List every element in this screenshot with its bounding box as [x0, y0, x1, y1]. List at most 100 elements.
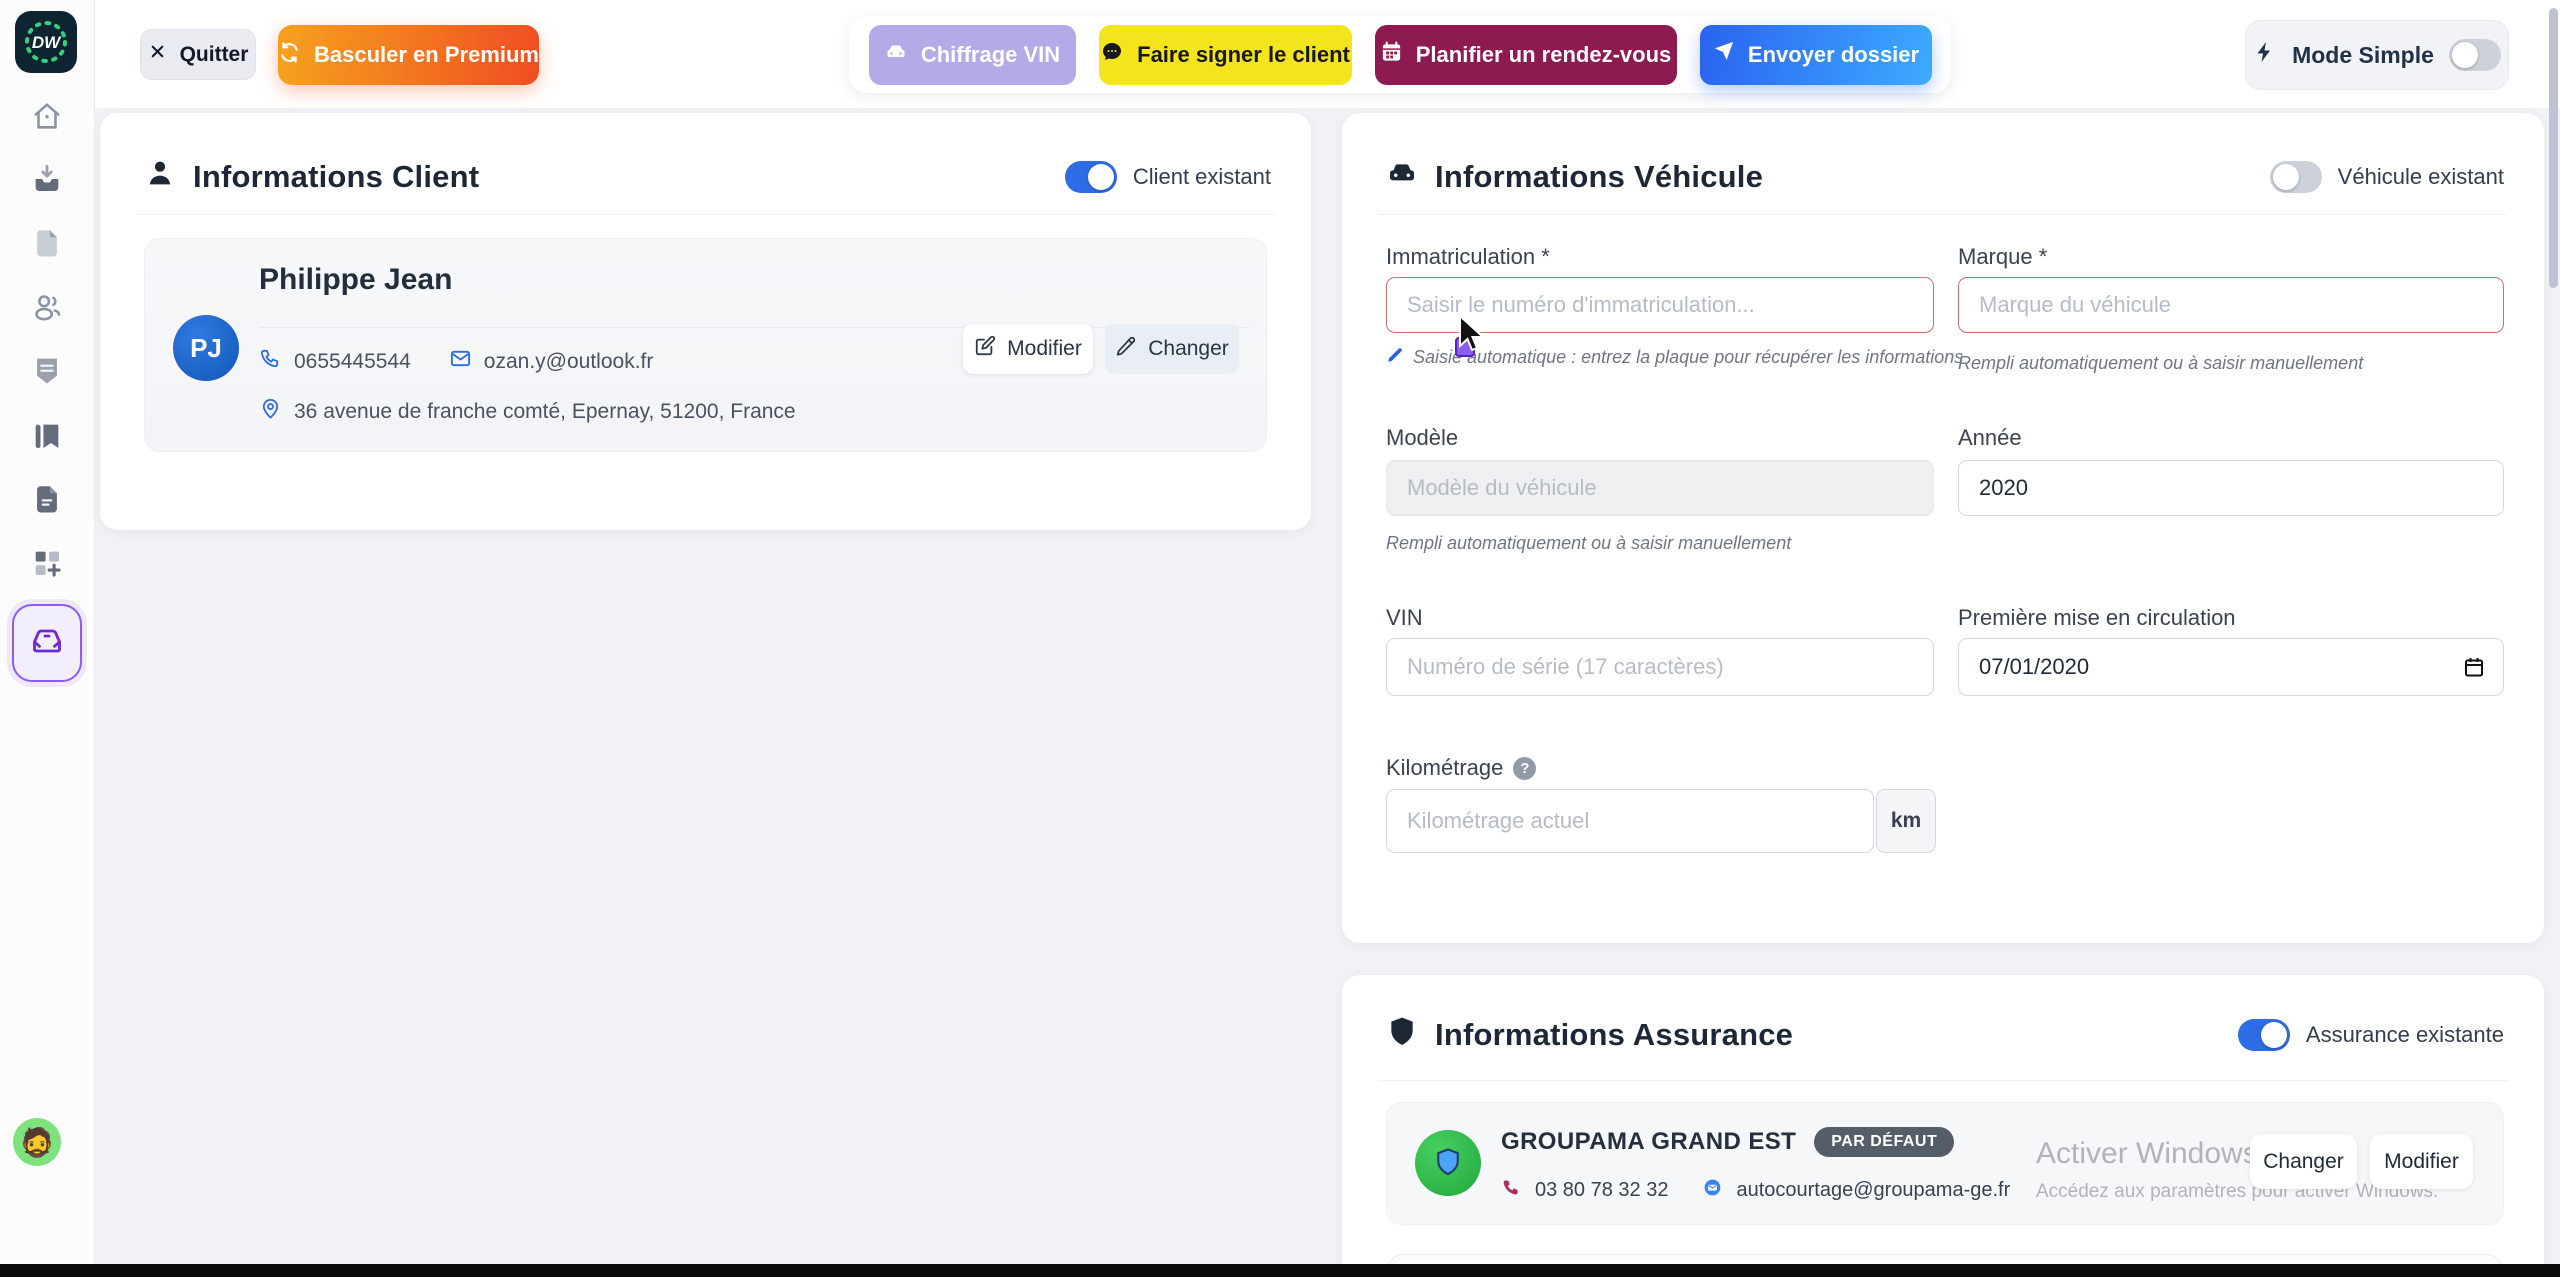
- modele-input[interactable]: [1386, 460, 1934, 516]
- home-icon: [30, 99, 64, 138]
- app-logo[interactable]: DW: [15, 11, 77, 73]
- assurance-existing-group: Assurance existante: [2238, 1019, 2504, 1051]
- sidebar-item-integrations[interactable]: [28, 546, 66, 584]
- kilometrage-label-text: Kilométrage: [1386, 755, 1503, 781]
- client-existing-toggle[interactable]: [1065, 161, 1117, 193]
- person-icon: [144, 157, 176, 197]
- client-change-label: Changer: [1148, 337, 1229, 361]
- client-panel: Informations Client Client existant PJ P…: [100, 113, 1311, 530]
- vehicle-existing-group: Véhicule existant: [2270, 161, 2504, 193]
- premium-toggle-button[interactable]: Basculer en Premium: [278, 25, 539, 85]
- user-avatar[interactable]: 🧔: [13, 1118, 61, 1166]
- first-registration-field: [1958, 638, 2504, 696]
- sidebar: DW 🧔: [0, 0, 95, 1277]
- insurer-modify-label: Modifier: [2384, 1150, 2459, 1174]
- car-icon: [1386, 157, 1418, 197]
- sidebar-item-clients[interactable]: [28, 290, 66, 328]
- file-icon: [30, 226, 64, 265]
- assurance-panel-title-text: Informations Assurance: [1435, 1017, 1793, 1053]
- insurer-name-row: GROUPAMA GRAND EST PAR DÉFAUT: [1501, 1127, 1954, 1157]
- marque-label: Marque *: [1958, 244, 2047, 270]
- marque-input[interactable]: [1958, 277, 2504, 333]
- first-registration-label: Première mise en circulation: [1958, 605, 2236, 631]
- avatar-emoji: 🧔: [20, 1126, 55, 1159]
- location-pin-icon: [259, 397, 282, 426]
- schedule-appointment-button[interactable]: Planifier un rendez-vous: [1375, 25, 1677, 85]
- sidebar-item-documents[interactable]: [28, 226, 66, 264]
- paper-plane-icon: [1712, 40, 1735, 69]
- client-name: Philippe Jean: [259, 263, 452, 297]
- insurer-email: autocourtage@groupama-ge.fr: [1736, 1179, 2010, 1202]
- scrollbar-thumb[interactable]: [2549, 8, 2558, 288]
- assurance-panel-title: Informations Assurance: [1386, 1015, 1793, 1055]
- grid-plus-icon: [30, 546, 64, 585]
- mode-simple-toggle[interactable]: [2449, 39, 2501, 71]
- help-icon[interactable]: ?: [1513, 757, 1536, 780]
- close-icon: [148, 42, 167, 67]
- pencil-icon: [1386, 346, 1404, 369]
- insurer-name: GROUPAMA GRAND EST: [1501, 1128, 1796, 1156]
- modele-label: Modèle: [1386, 425, 1458, 451]
- vin-pricing-button[interactable]: Chiffrage VIN: [869, 25, 1076, 85]
- kilometrage-unit-text: km: [1891, 809, 1921, 833]
- action-bar: Chiffrage VIN Faire signer le client Pla…: [849, 16, 1951, 93]
- assurance-panel: Informations Assurance Assurance existan…: [1342, 975, 2544, 1277]
- app-screen: DW 🧔: [0, 0, 2560, 1277]
- immatriculation-input[interactable]: [1386, 277, 1934, 333]
- sidebar-item-home[interactable]: [28, 99, 66, 137]
- vin-pricing-label: Chiffrage VIN: [921, 42, 1060, 68]
- vin-input[interactable]: [1386, 638, 1934, 696]
- immatriculation-helper-text: Saisie automatique : entrez la plaque po…: [1413, 347, 1963, 368]
- quit-button[interactable]: Quitter: [140, 29, 256, 80]
- assurance-card: GROUPAMA GRAND EST PAR DÉFAUT 03 80 78 3…: [1386, 1102, 2504, 1225]
- car-icon: [27, 621, 67, 666]
- file-text-icon: [30, 482, 64, 521]
- kilometrage-unit: km: [1876, 789, 1936, 853]
- pencil-icon: [1115, 335, 1137, 363]
- client-address: 36 avenue de franche comté, Epernay, 512…: [294, 400, 796, 424]
- topbar: Quitter Basculer en Premium Chiffrage VI…: [95, 0, 2560, 108]
- bottom-edge-bar: [0, 1264, 2560, 1277]
- car-icon: [884, 40, 908, 70]
- send-file-button[interactable]: Envoyer dossier: [1700, 25, 1932, 85]
- client-phone: 0655445544: [294, 350, 411, 374]
- send-file-label: Envoyer dossier: [1748, 42, 1919, 68]
- mode-simple-control: Mode Simple: [2245, 20, 2509, 90]
- default-badge: PAR DÉFAUT: [1814, 1127, 1954, 1157]
- phone-icon: [259, 347, 282, 376]
- client-change-button[interactable]: Changer: [1105, 324, 1239, 374]
- sidebar-item-certificates[interactable]: [28, 353, 66, 391]
- premium-label: Basculer en Premium: [314, 42, 539, 68]
- kilometrage-input[interactable]: [1386, 789, 1874, 853]
- sms-bubble-icon: [1100, 40, 1124, 70]
- modele-helper: Rempli automatiquement ou à saisir manue…: [1386, 533, 1791, 554]
- schedule-appointment-label: Planifier un rendez-vous: [1416, 42, 1672, 68]
- client-sign-button[interactable]: Faire signer le client: [1099, 25, 1352, 85]
- bookmark-icon: [30, 419, 64, 458]
- client-existing-label: Client existant: [1133, 164, 1271, 190]
- phone-icon: [1501, 1177, 1522, 1204]
- quit-label: Quitter: [180, 43, 249, 67]
- sidebar-item-bookmarks[interactable]: [28, 419, 66, 457]
- calendar-icon: [1380, 40, 1403, 69]
- edit-square-icon: [974, 335, 996, 363]
- annee-input[interactable]: [1958, 460, 2504, 516]
- mode-simple-label: Mode Simple: [2292, 42, 2434, 69]
- client-contact-row: 0655445544 ozan.y@outlook.fr: [259, 347, 653, 376]
- sidebar-item-notes[interactable]: [28, 482, 66, 520]
- first-registration-input[interactable]: [1958, 638, 2504, 696]
- client-panel-title: Informations Client: [144, 157, 479, 197]
- client-panel-title-text: Informations Client: [193, 159, 479, 195]
- client-email: ozan.y@outlook.fr: [484, 350, 654, 374]
- sidebar-item-inbox[interactable]: [28, 162, 66, 200]
- insurer-modify-button[interactable]: Modifier: [2370, 1134, 2473, 1189]
- insurer-logo: [1415, 1130, 1481, 1196]
- assurance-existing-toggle[interactable]: [2238, 1019, 2290, 1051]
- insurer-change-button[interactable]: Changer: [2250, 1134, 2357, 1189]
- vehicle-existing-toggle[interactable]: [2270, 161, 2322, 193]
- client-modify-button[interactable]: Modifier: [963, 324, 1093, 374]
- email-icon: [1702, 1177, 1723, 1204]
- sidebar-item-vehicle-active[interactable]: [12, 604, 82, 682]
- client-card: PJ Philippe Jean 0655445544 ozan.y@outlo…: [144, 238, 1267, 452]
- marque-helper-text: Rempli automatiquement ou à saisir manue…: [1958, 353, 2363, 374]
